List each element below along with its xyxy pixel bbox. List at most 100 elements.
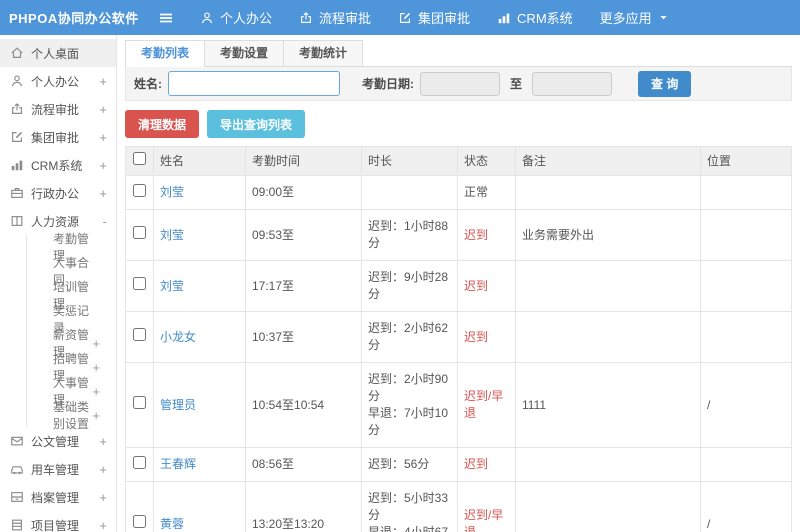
row-checkbox[interactable] — [133, 277, 146, 290]
status-badge: 正常 — [464, 185, 489, 199]
topnav-item[interactable]: 个人办公 — [200, 8, 272, 27]
expand-plus-icon[interactable]: + — [99, 130, 107, 145]
expand-plus-icon[interactable]: + — [92, 384, 100, 399]
cell-attendance-time: 13:20至13:20 — [245, 481, 362, 532]
expand-plus-icon[interactable]: + — [99, 186, 107, 201]
row-checkbox-cell — [125, 481, 154, 532]
name-input[interactable] — [168, 71, 340, 96]
cell-remark: 1111 — [515, 362, 701, 448]
employee-name-link[interactable]: 刘莹 — [160, 185, 184, 199]
employee-name-link[interactable]: 王春辉 — [160, 457, 196, 471]
cell-status: 迟到 — [457, 260, 516, 312]
search-button[interactable]: 查 询 — [638, 70, 692, 97]
expand-plus-icon[interactable]: + — [99, 158, 107, 173]
duration-line: 迟到：56分 — [368, 457, 430, 471]
clean-data-button[interactable]: 清理数据 — [125, 110, 200, 138]
sidebar-item-label: 集团审批 — [31, 130, 80, 145]
expand-plus-icon[interactable]: + — [99, 518, 107, 532]
cell-name: 刘莹 — [153, 209, 246, 261]
menu-icon[interactable] — [158, 10, 178, 26]
sidebar-item-label: CRM系统 — [31, 158, 83, 173]
sidebar-item[interactable]: 集团审批 + — [0, 123, 116, 151]
expand-plus-icon[interactable]: + — [99, 74, 107, 89]
cell-status: 正常 — [457, 175, 516, 210]
topnav-item[interactable]: 流程审批 — [299, 8, 371, 27]
expand-plus-icon[interactable]: + — [92, 360, 100, 375]
column-header: 状态 — [457, 146, 516, 176]
edit-icon — [398, 11, 412, 25]
employee-name-link[interactable]: 小龙女 — [160, 330, 196, 344]
expand-plus-icon[interactable]: + — [99, 490, 107, 505]
filter-bar: 姓名: 考勤日期: 至 查 询 — [125, 67, 792, 101]
topnav-item[interactable]: CRM系统 — [497, 8, 573, 27]
sidebar-item[interactable]: 档案管理 + — [0, 483, 116, 511]
cell-remark — [515, 175, 701, 210]
employee-name-link[interactable]: 管理员 — [160, 398, 196, 412]
topnav-item-label: 集团审批 — [418, 11, 471, 26]
expand-plus-icon[interactable]: + — [99, 102, 107, 117]
book-icon — [10, 214, 24, 228]
row-checkbox[interactable] — [133, 183, 146, 197]
row-checkbox[interactable] — [133, 328, 146, 341]
tab-active[interactable]: 考勤列表 — [125, 40, 206, 67]
cell-location: / — [700, 362, 792, 448]
tab-item[interactable]: 考勤设置 — [204, 40, 285, 66]
topnav-item[interactable]: 集团审批 — [398, 8, 470, 27]
chart-icon — [10, 158, 24, 172]
duration-line: 迟到：9小时28分 — [368, 270, 449, 301]
column-header: 时长 — [361, 146, 458, 176]
row-checkbox-cell — [125, 362, 154, 448]
row-checkbox[interactable] — [133, 226, 146, 239]
cell-location — [700, 175, 792, 210]
expand-plus-icon[interactable]: + — [92, 408, 100, 423]
row-checkbox[interactable] — [133, 455, 146, 469]
action-bar: 清理数据 导出查询列表 — [125, 110, 792, 138]
expand-plus-icon[interactable]: + — [99, 462, 107, 477]
expand-plus-icon[interactable]: + — [99, 434, 107, 449]
topnav-item-label: 流程审批 — [319, 11, 372, 26]
tab-item[interactable]: 考勤统计 — [283, 40, 364, 66]
sidebar-item[interactable]: 个人桌面 — [0, 39, 116, 67]
table-row: 刘莹 09:00至 正常 — [125, 175, 792, 210]
archive-icon — [10, 490, 24, 504]
select-all-checkbox[interactable] — [133, 152, 146, 165]
date-to-input[interactable] — [532, 71, 613, 96]
cell-status: 迟到/早退 — [457, 362, 516, 448]
export-list-button[interactable]: 导出查询列表 — [207, 110, 306, 138]
sidebar-item[interactable]: CRM系统 + — [0, 151, 116, 179]
sidebar-subitem[interactable]: 基础类别设置 + — [27, 400, 116, 431]
main-content: 考勤列表 考勤设置 考勤统计 姓名: 考勤日期: 至 查 询 清理数据 导出查询列表… — [118, 35, 800, 532]
row-checkbox[interactable] — [133, 515, 146, 528]
sidebar-item[interactable]: 项目管理 + — [0, 511, 116, 532]
row-checkbox-cell — [125, 175, 154, 210]
employee-name-link[interactable]: 刘莹 — [160, 228, 184, 242]
cell-name: 王春辉 — [153, 447, 246, 482]
sidebar-subitem-label: 基础类别设置 — [53, 400, 90, 431]
sidebar-item[interactable]: 个人办公 + — [0, 67, 116, 95]
cell-duration: 迟到：1小时88分 — [361, 209, 458, 261]
duration-line: 迟到：5小时33分 — [368, 491, 449, 522]
cell-remark — [515, 260, 701, 312]
cell-location — [700, 447, 792, 482]
cell-attendance-time: 10:37至 — [245, 311, 362, 363]
sidebar-item[interactable]: 行政办公 + — [0, 179, 116, 207]
date-from-input[interactable] — [420, 71, 500, 96]
status-badge: 迟到/早退 — [464, 389, 504, 420]
employee-name-link[interactable]: 刘莹 — [160, 279, 184, 293]
topnav-item-label: CRM系统 — [517, 11, 573, 26]
expand-plus-icon[interactable]: + — [92, 336, 100, 351]
cell-remark — [515, 447, 701, 482]
cell-location — [700, 260, 792, 312]
row-checkbox[interactable] — [133, 396, 146, 409]
collapse-minus-icon[interactable]: - — [103, 214, 107, 229]
cell-name: 刘莹 — [153, 260, 246, 312]
sidebar-item[interactable]: 流程审批 + — [0, 95, 116, 123]
cell-name: 刘莹 — [153, 175, 246, 210]
sidebar-item[interactable]: 用车管理 + — [0, 455, 116, 483]
sidebar-item-label: 用车管理 — [31, 462, 80, 477]
topnav-item[interactable]: 更多应用 — [600, 8, 669, 27]
row-checkbox-cell — [125, 447, 154, 482]
status-badge: 迟到/早退 — [464, 508, 504, 532]
topnav-item-label: 更多应用 — [599, 11, 652, 26]
employee-name-link[interactable]: 黄蓉 — [160, 517, 184, 531]
